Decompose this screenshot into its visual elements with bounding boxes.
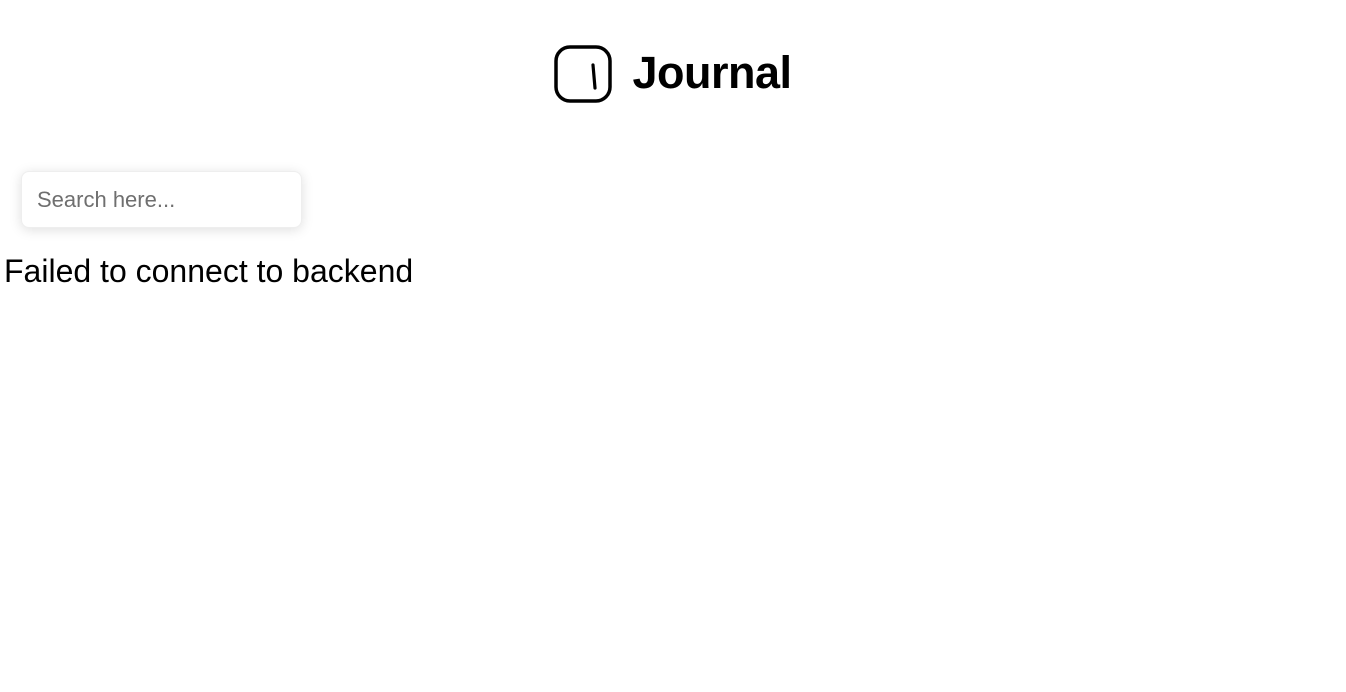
app-title: Journal <box>632 47 792 98</box>
app-header: Journal <box>0 44 1346 104</box>
journal-logo-icon <box>554 45 613 103</box>
search-box[interactable] <box>21 171 302 228</box>
journal-square-icon <box>554 45 613 103</box>
error-message: Failed to connect to backend <box>4 253 414 289</box>
search-input[interactable] <box>22 172 301 227</box>
page: Journal Failed to connect to backend <box>0 0 1346 692</box>
